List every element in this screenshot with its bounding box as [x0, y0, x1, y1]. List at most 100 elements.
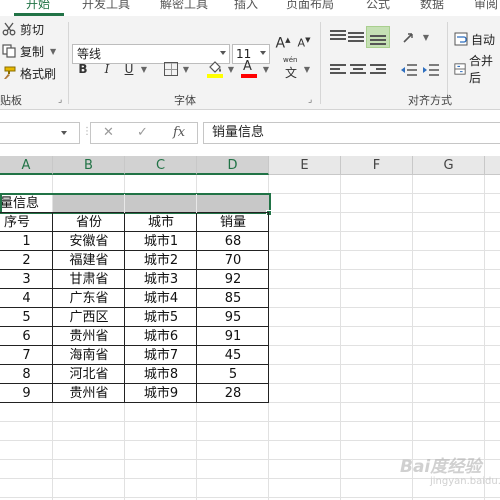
- row-cell-sales[interactable]: 68: [197, 232, 269, 251]
- tab-insert[interactable]: 插入: [234, 0, 258, 14]
- row-cell-sales[interactable]: 70: [197, 251, 269, 270]
- clipboard-group-label: 贴板: [0, 94, 22, 107]
- row-cell-city[interactable]: 城市3: [125, 270, 197, 289]
- row-cell-index[interactable]: 1: [0, 232, 53, 251]
- row-cell-city[interactable]: 城市4: [125, 289, 197, 308]
- row-cell-index[interactable]: 7: [0, 346, 53, 365]
- row-cell-province[interactable]: 甘肃省: [53, 270, 125, 289]
- merge-center-button[interactable]: 合并后: [454, 54, 500, 85]
- row-cell-province[interactable]: 海南省: [53, 346, 125, 365]
- row-cell-sales[interactable]: 5: [197, 365, 269, 384]
- top-align-icon[interactable]: [330, 30, 346, 42]
- row-cell-sales[interactable]: 85: [197, 289, 269, 308]
- tab-decrypt-tools[interactable]: 解密工具: [160, 0, 208, 14]
- font-color-button[interactable]: A: [240, 59, 258, 78]
- row-cell-city[interactable]: 城市9: [125, 384, 197, 403]
- row-cell-province[interactable]: 广东省: [53, 289, 125, 308]
- format-painter-button[interactable]: 格式刷: [2, 64, 56, 82]
- row-cell-city[interactable]: 城市1: [125, 232, 197, 251]
- copy-button[interactable]: 复制 ▼: [2, 42, 56, 60]
- align-center-icon[interactable]: [350, 64, 366, 76]
- row-cell-sales[interactable]: 45: [197, 346, 269, 365]
- row-cell-index[interactable]: 3: [0, 270, 53, 289]
- row-cell-index[interactable]: 8: [0, 365, 53, 384]
- column-header-d[interactable]: D: [197, 156, 269, 175]
- tab-home[interactable]: 开始: [26, 0, 50, 14]
- border-dropdown-icon[interactable]: ▼: [182, 61, 190, 79]
- formula-input[interactable]: 销量信息: [203, 122, 500, 144]
- row-cell-province[interactable]: 广西区: [53, 308, 125, 327]
- row-cell-city[interactable]: 城市7: [125, 346, 197, 365]
- row-cell-province[interactable]: 安徽省: [53, 232, 125, 251]
- row-cell-province[interactable]: 河北省: [53, 365, 125, 384]
- row-cell-city[interactable]: 城市5: [125, 308, 197, 327]
- column-header-g[interactable]: G: [413, 156, 485, 175]
- middle-align-icon[interactable]: [348, 31, 364, 43]
- increase-indent-button[interactable]: [422, 62, 440, 76]
- orientation-dropdown-icon[interactable]: ▼: [422, 29, 430, 47]
- wrap-text-label: 自动: [471, 32, 496, 47]
- header-cell-index[interactable]: 序号: [0, 213, 53, 232]
- insert-function-icon[interactable]: fx: [173, 125, 185, 140]
- align-right-icon[interactable]: [370, 64, 386, 76]
- row-cell-city[interactable]: 城市6: [125, 327, 197, 346]
- decrease-indent-button[interactable]: [400, 62, 418, 76]
- tab-data[interactable]: 数据: [420, 0, 444, 14]
- align-left-icon[interactable]: [330, 64, 346, 76]
- row-cell-index[interactable]: 6: [0, 327, 53, 346]
- ribbon: 剪切 复制 ▼ 格式刷 贴板 ⌟ 等线 11 A▲ A▼ B I U ▼ ▼ ▼…: [0, 16, 500, 110]
- row-cell-index[interactable]: 4: [0, 289, 53, 308]
- row-cell-province[interactable]: 福建省: [53, 251, 125, 270]
- tab-formulas[interactable]: 公式: [366, 0, 390, 14]
- row-cell-index[interactable]: 5: [0, 308, 53, 327]
- row-cell-sales[interactable]: 91: [197, 327, 269, 346]
- underline-button[interactable]: U: [122, 60, 136, 78]
- column-header-h[interactable]: [485, 156, 500, 175]
- row-cell-sales[interactable]: 92: [197, 270, 269, 289]
- row-cell-province[interactable]: 贵州省: [53, 327, 125, 346]
- phonetic-dropdown-icon[interactable]: ▼: [303, 61, 311, 79]
- name-box[interactable]: [0, 122, 80, 144]
- row-cell-city[interactable]: 城市2: [125, 251, 197, 270]
- row-cell-sales[interactable]: 95: [197, 308, 269, 327]
- bold-button[interactable]: B: [76, 60, 90, 78]
- orientation-button[interactable]: [402, 30, 420, 46]
- copy-label: 复制: [20, 44, 45, 59]
- enter-icon[interactable]: ✓: [137, 125, 148, 140]
- fill-handle[interactable]: [266, 210, 272, 216]
- tab-page-layout[interactable]: 页面布局: [286, 0, 334, 14]
- header-cell-sales[interactable]: 销量: [197, 213, 269, 232]
- grow-font-button[interactable]: A▲: [275, 31, 291, 52]
- cut-button[interactable]: 剪切: [2, 20, 44, 38]
- column-header-e[interactable]: E: [269, 156, 341, 175]
- tab-review[interactable]: 审阅: [474, 0, 498, 14]
- fill-color-button[interactable]: [206, 60, 224, 78]
- cancel-icon[interactable]: ✕: [103, 125, 114, 140]
- header-cell-province[interactable]: 省份: [53, 213, 125, 232]
- row-cell-index[interactable]: 2: [0, 251, 53, 270]
- merge-cells-icon: [454, 63, 466, 75]
- italic-button[interactable]: I: [100, 60, 114, 78]
- phonetic-guide-button[interactable]: wén 文: [282, 56, 302, 80]
- column-header-f[interactable]: F: [341, 156, 413, 175]
- shrink-font-button[interactable]: A▼: [296, 31, 312, 50]
- clipboard-launcher-icon[interactable]: ⌟: [58, 95, 62, 105]
- column-header-b[interactable]: B: [53, 156, 125, 175]
- underline-dropdown-icon[interactable]: ▼: [140, 61, 148, 79]
- font-color-dropdown-icon[interactable]: ▼: [262, 61, 270, 79]
- row-cell-city[interactable]: 城市8: [125, 365, 197, 384]
- row-cell-province[interactable]: 贵州省: [53, 384, 125, 403]
- border-button[interactable]: [164, 62, 178, 76]
- tab-developer[interactable]: 开发工具: [82, 0, 130, 14]
- row-cell-index[interactable]: 9: [0, 384, 53, 403]
- fill-dropdown-icon[interactable]: ▼: [227, 61, 235, 79]
- column-header-a[interactable]: A: [0, 156, 53, 175]
- copy-dropdown-icon[interactable]: ▼: [50, 47, 56, 56]
- ribbon-tab-bar: 开始 开发工具 解密工具 插入 页面布局 公式 数据 审阅: [0, 0, 500, 16]
- wrap-text-button[interactable]: 自动: [454, 30, 500, 48]
- bottom-align-button-active[interactable]: [366, 26, 390, 48]
- header-cell-city[interactable]: 城市: [125, 213, 197, 232]
- column-header-c[interactable]: C: [125, 156, 197, 175]
- row-cell-sales[interactable]: 28: [197, 384, 269, 403]
- font-launcher-icon[interactable]: ⌟: [308, 95, 312, 105]
